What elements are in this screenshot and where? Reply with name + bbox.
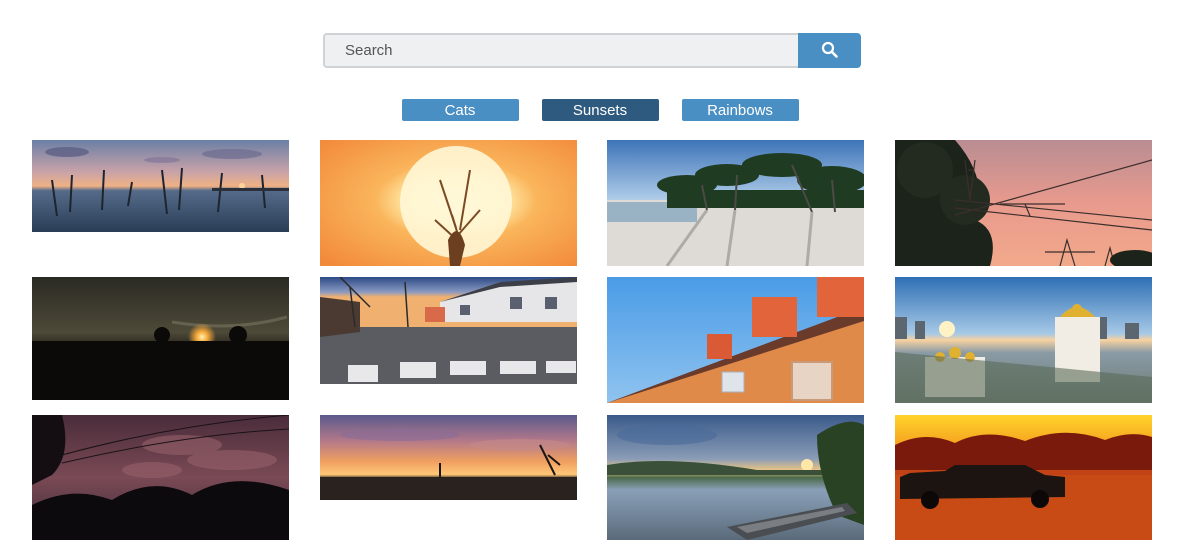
gallery-image-field-sunset[interactable] [32,277,289,400]
gallery-image-truck-field[interactable] [895,415,1152,540]
gallery-image-dark-clouds[interactable] [32,415,289,540]
gallery-image-orange-house[interactable] [607,277,864,403]
gallery-image-river-boat[interactable] [607,415,864,540]
search-bar [323,33,861,68]
search-button[interactable] [798,33,861,68]
gallery-image-lake-sunset[interactable] [32,140,289,232]
gallery-image-street-crosswalk[interactable] [320,277,577,384]
search-icon [821,41,838,61]
filter-rainbows-button[interactable]: Rainbows [681,99,799,121]
filter-cats-button[interactable]: Cats [401,99,519,121]
search-input[interactable] [323,33,798,68]
gallery-image-city-cathedral[interactable] [895,277,1152,403]
filter-sunsets-button[interactable]: Sunsets [541,99,659,121]
gallery-image-power-lines[interactable] [895,140,1152,266]
gallery-image-sun-behind-wheat[interactable] [320,140,577,266]
category-filters: Cats Sunsets Rainbows [0,99,1200,121]
gallery-image-palm-beach[interactable] [607,140,864,266]
gallery-image-orange-shore[interactable] [320,415,577,500]
